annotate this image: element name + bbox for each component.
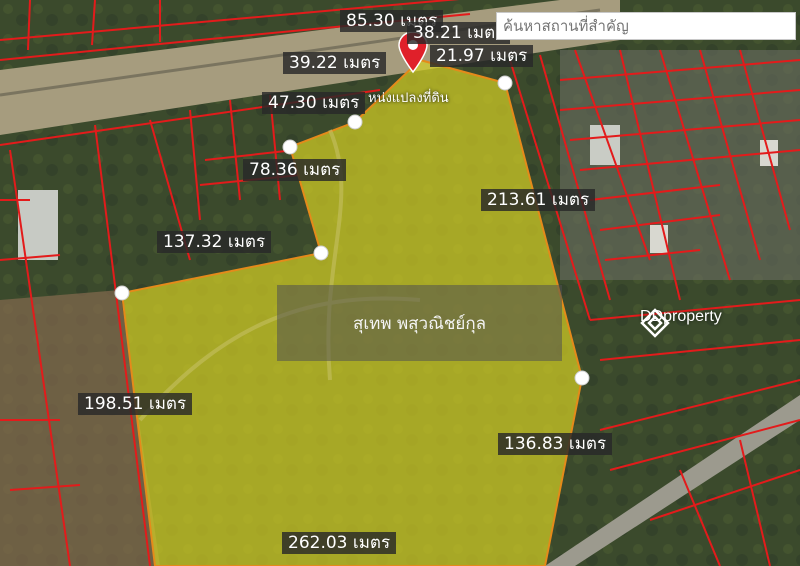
measurement-label: 136.83 เมตร bbox=[498, 433, 613, 455]
satellite-base bbox=[0, 0, 800, 566]
measurement-label: 198.51 เมตร bbox=[78, 393, 193, 415]
watermark: DDproperty bbox=[640, 308, 722, 338]
vertex-handle[interactable] bbox=[574, 370, 590, 386]
parcel-name: หน่งแปลงที่ดิน bbox=[368, 91, 449, 106]
owner-name: สุเทพ พสุวณิชย์กุล bbox=[352, 313, 487, 334]
measurement-label: 262.03 เมตร bbox=[282, 532, 397, 554]
measurement-label: 137.32 เมตร bbox=[157, 231, 272, 253]
measurement-label: 38.21 เมตร bbox=[407, 22, 511, 44]
vertex-handle[interactable] bbox=[313, 245, 329, 261]
roof bbox=[590, 125, 620, 165]
vertex-handle[interactable] bbox=[347, 114, 363, 130]
map-view[interactable]: 85.30 เมตร 38.21 เมตร 21.97 เมตร 39.22 เ… bbox=[0, 0, 800, 566]
measurement-label: 47.30 เมตร bbox=[262, 92, 366, 114]
measurement-label: 39.22 เมตร bbox=[283, 52, 387, 74]
vertex-handle[interactable] bbox=[282, 139, 298, 155]
owner-label-box: สุเทพ พสุวณิชย์กุล bbox=[277, 285, 562, 361]
ddproperty-logo-icon bbox=[640, 308, 670, 338]
vertex-handle[interactable] bbox=[114, 285, 130, 301]
search-input[interactable] bbox=[496, 12, 796, 40]
vertex-handle[interactable] bbox=[497, 75, 513, 91]
measurement-label: 78.36 เมตร bbox=[243, 159, 347, 181]
measurement-label: 21.97 เมตร bbox=[430, 45, 534, 67]
measurement-label: 213.61 เมตร bbox=[481, 189, 596, 211]
